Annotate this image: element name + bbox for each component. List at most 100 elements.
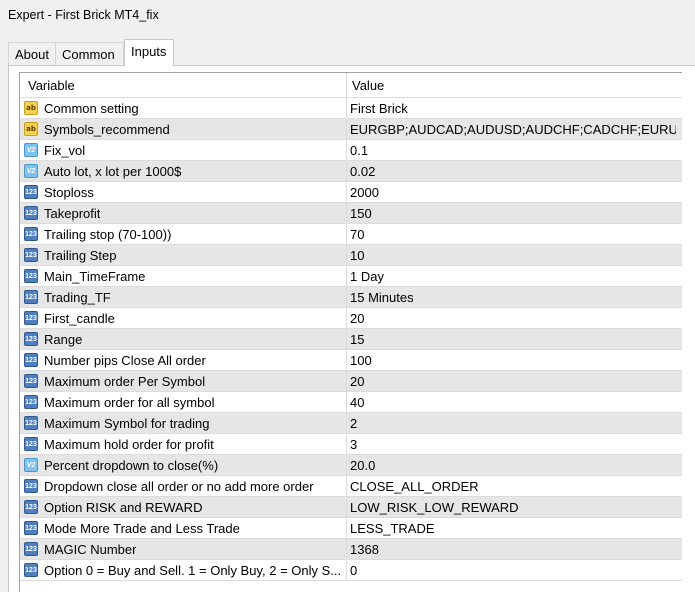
variable-cell[interactable]: V2 Auto lot, x lot per 1000$ (20, 161, 347, 181)
value-text: EURGBP;AUDCAD;AUDUSD;AUDCHF;CADCHF;EURUS… (350, 122, 676, 137)
variable-label: Trailing stop (70-100)) (44, 227, 172, 242)
variable-label: Stoploss (44, 185, 94, 200)
table-row[interactable]: 123 Takeprofit 150 (20, 203, 682, 224)
integer-icon: 123 (24, 227, 38, 241)
table-row[interactable]: 123 Maximum hold order for profit 3 (20, 434, 682, 455)
table-row[interactable]: 123 Option RISK and REWARD LOW_RISK_LOW_RE… (20, 497, 682, 518)
variable-cell[interactable]: 123 Trailing Step (20, 245, 347, 265)
table-row[interactable]: 123 First_candle 20 (20, 308, 682, 329)
variable-cell[interactable]: 123 Maximum order for all symbol (20, 392, 347, 412)
value-cell[interactable]: 20 (347, 308, 681, 328)
variable-cell[interactable]: 123 Trading_TF (20, 287, 347, 307)
value-cell[interactable]: First Brick (347, 98, 681, 118)
variable-cell[interactable]: 123 Takeprofit (20, 203, 347, 223)
table-row[interactable]: 123 Trailing stop (70-100)) 70 (20, 224, 682, 245)
value-text: 2000 (350, 185, 379, 200)
value-cell[interactable]: CLOSE_ALL_ORDER (347, 476, 681, 496)
value-cell[interactable]: 10 (347, 245, 681, 265)
variable-label: Trading_TF (44, 290, 111, 305)
table-row[interactable]: 123 Option 0 = Buy and Sell. 1 = Only Buy… (20, 560, 682, 581)
value-cell[interactable]: EURGBP;AUDCAD;AUDUSD;AUDCHF;CADCHF;EURUS… (347, 119, 681, 139)
value-text: 100 (350, 353, 372, 368)
table-row[interactable]: V2 Fix_vol 0.1 (20, 140, 682, 161)
value-cell[interactable]: 150 (347, 203, 681, 223)
double-icon: V2 (24, 143, 38, 157)
variable-cell[interactable]: V2 Fix_vol (20, 140, 347, 160)
double-icon: V2 (24, 164, 38, 178)
table-header: Variable Value (20, 73, 682, 98)
value-cell[interactable]: 20.0 (347, 455, 681, 475)
table-row[interactable]: 123 Mode More Trade and Less Trade LESS_TR… (20, 518, 682, 539)
integer-icon: 123 (24, 542, 38, 556)
value-cell[interactable]: 0.02 (347, 161, 681, 181)
variable-cell[interactable]: ab Symbols_recommend (20, 119, 347, 139)
variable-label: Maximum order Per Symbol (44, 374, 206, 389)
variable-label: Range (44, 332, 83, 347)
value-text: 15 Minutes (350, 290, 414, 305)
variable-label: Fix_vol (44, 143, 86, 158)
variable-cell[interactable]: 123 MAGIC Number (20, 539, 347, 559)
value-cell[interactable]: 2000 (347, 182, 681, 202)
table-row[interactable]: 123 Trailing Step 10 (20, 245, 682, 266)
tab-inputs[interactable]: Inputs (124, 39, 174, 66)
variable-cell[interactable]: 123 First_candle (20, 308, 347, 328)
table-row[interactable]: 123 Range 15 (20, 329, 682, 350)
table-row[interactable]: 123 Dropdown close all order or no add mo… (20, 476, 682, 497)
table-row[interactable]: 123 Maximum order Per Symbol 20 (20, 371, 682, 392)
integer-icon: 123 (24, 437, 38, 451)
variable-label: Mode More Trade and Less Trade (44, 521, 240, 536)
variable-cell[interactable]: 123 Trailing stop (70-100)) (20, 224, 347, 244)
value-cell[interactable]: 100 (347, 350, 681, 370)
variable-cell[interactable]: 123 Option 0 = Buy and Sell. 1 = Only Buy… (20, 560, 347, 580)
value-cell[interactable]: LESS_TRADE (347, 518, 681, 538)
integer-icon: 123 (24, 563, 38, 577)
value-cell[interactable]: 0 (347, 560, 681, 580)
value-cell[interactable]: 40 (347, 392, 681, 412)
integer-icon: 123 (24, 185, 38, 199)
value-text: 1368 (350, 542, 379, 557)
value-text: CLOSE_ALL_ORDER (350, 479, 479, 494)
variable-label: Symbols_recommend (44, 122, 170, 137)
value-cell[interactable]: 3 (347, 434, 681, 454)
tab-bar: About Common Inputs (6, 39, 695, 66)
table-row[interactable]: ab Common setting First Brick (20, 98, 682, 119)
variable-cell[interactable]: 123 Dropdown close all order or no add mo… (20, 476, 347, 496)
value-cell[interactable]: 15 Minutes (347, 287, 681, 307)
variable-cell[interactable]: 123 Mode More Trade and Less Trade (20, 518, 347, 538)
value-cell[interactable]: 1368 (347, 539, 681, 559)
variable-cell[interactable]: V2 Percent dropdown to close(%) (20, 455, 347, 475)
variable-cell[interactable]: 123 Main_TimeFrame (20, 266, 347, 286)
table-row[interactable]: 123 Trading_TF 15 Minutes (20, 287, 682, 308)
table-row[interactable]: V2 Auto lot, x lot per 1000$ 0.02 (20, 161, 682, 182)
inputs-table: Variable Value ab Common setting First Bri… (19, 72, 682, 592)
variable-label: Common setting (44, 101, 139, 116)
table-row[interactable]: ab Symbols_recommend EURGBP;AUDCAD;AUDUSD;… (20, 119, 682, 140)
table-row[interactable]: 123 Number pips Close All order 100 (20, 350, 682, 371)
tab-about[interactable]: About (8, 42, 56, 65)
variable-cell[interactable]: 123 Stoploss (20, 182, 347, 202)
variable-cell[interactable]: 123 Maximum hold order for profit (20, 434, 347, 454)
value-cell[interactable]: 2 (347, 413, 681, 433)
variable-cell[interactable]: ab Common setting (20, 98, 347, 118)
variable-cell[interactable]: 123 Option RISK and REWARD (20, 497, 347, 517)
value-cell[interactable]: LOW_RISK_LOW_REWARD (347, 497, 681, 517)
table-row[interactable]: 123 Maximum order for all symbol 40 (20, 392, 682, 413)
value-cell[interactable]: 0.1 (347, 140, 681, 160)
table-row[interactable]: 123 Stoploss 2000 (20, 182, 682, 203)
variable-cell[interactable]: 123 Maximum order Per Symbol (20, 371, 347, 391)
value-cell[interactable]: 1 Day (347, 266, 681, 286)
variable-label: Takeprofit (44, 206, 101, 221)
value-cell[interactable]: 70 (347, 224, 681, 244)
tab-common[interactable]: Common (56, 42, 124, 65)
column-header-variable[interactable]: Variable (20, 73, 347, 97)
table-row[interactable]: 123 Maximum Symbol for trading 2 (20, 413, 682, 434)
table-row[interactable]: V2 Percent dropdown to close(%) 20.0 (20, 455, 682, 476)
table-row[interactable]: 123 MAGIC Number 1368 (20, 539, 682, 560)
variable-cell[interactable]: 123 Range (20, 329, 347, 349)
value-cell[interactable]: 20 (347, 371, 681, 391)
value-cell[interactable]: 15 (347, 329, 681, 349)
variable-cell[interactable]: 123 Number pips Close All order (20, 350, 347, 370)
column-header-value[interactable]: Value (347, 73, 681, 97)
table-row[interactable]: 123 Main_TimeFrame 1 Day (20, 266, 682, 287)
variable-cell[interactable]: 123 Maximum Symbol for trading (20, 413, 347, 433)
